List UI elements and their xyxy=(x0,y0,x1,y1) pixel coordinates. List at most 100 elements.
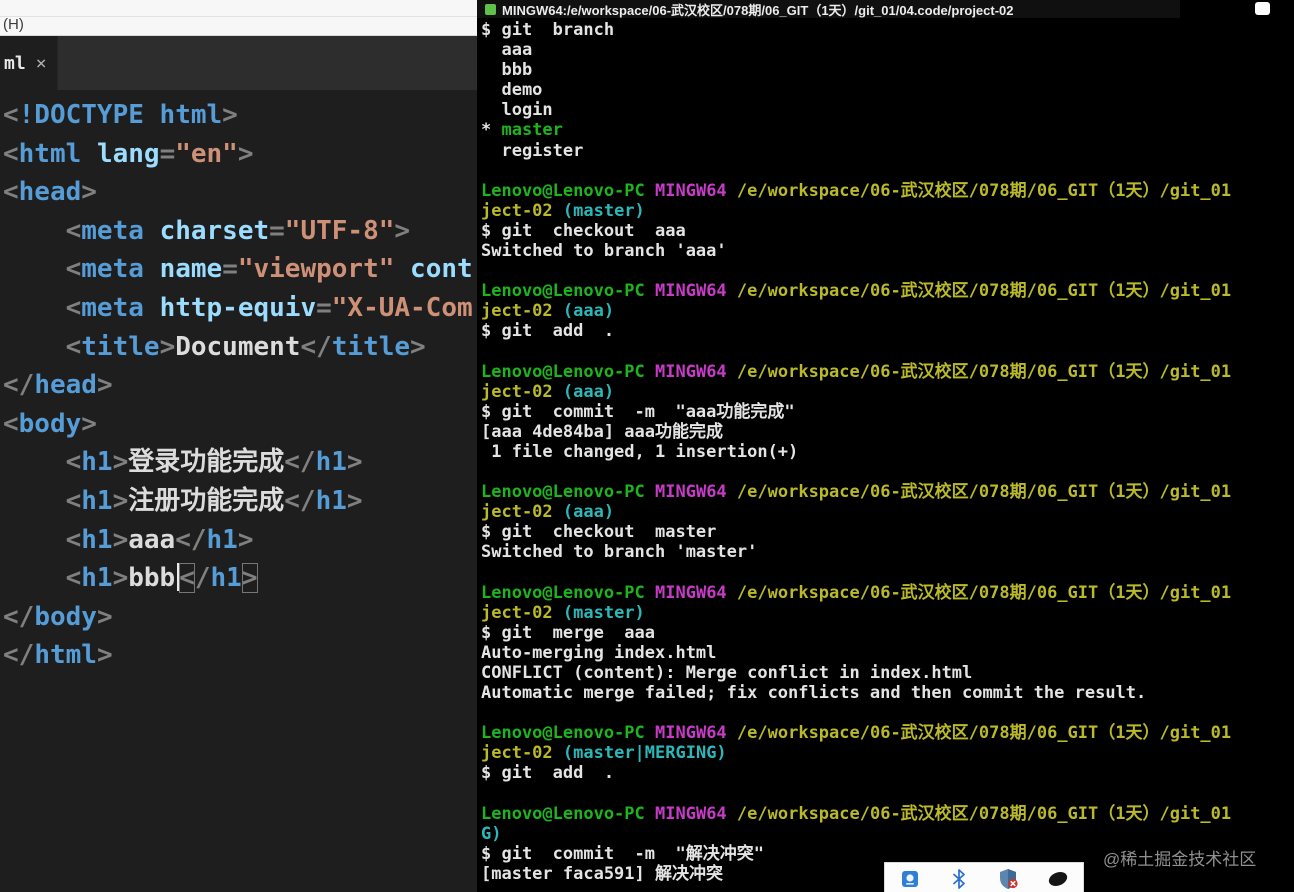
term-line-token: * xyxy=(481,120,502,141)
term-line-token: Lenovo@Lenovo-PC xyxy=(481,582,645,603)
term-line: login xyxy=(481,100,1294,120)
code-line-token xyxy=(3,563,66,593)
code-line-token: head xyxy=(18,177,82,208)
code-line-token: </ xyxy=(284,447,316,478)
term-line: $ git merge aaa xyxy=(481,623,1294,643)
term-line: Lenovo@Lenovo-PC MINGW64 /e/workspace/06… xyxy=(481,181,1294,201)
term-line-token: register xyxy=(481,140,584,161)
term-line-token: $ git add . xyxy=(481,763,615,784)
term-line: ject-02 (master|MERGING) xyxy=(481,743,1294,763)
menubar-divider xyxy=(0,16,477,17)
term-line-token: $ git add . xyxy=(481,321,615,342)
term-line: Lenovo@Lenovo-PC MINGW64 /e/workspace/06… xyxy=(481,804,1294,824)
term-line: $ git checkout master xyxy=(481,522,1294,542)
term-line-token: (master) xyxy=(562,200,645,221)
term-line-token xyxy=(645,723,655,743)
code-line-token: = xyxy=(316,292,332,323)
term-line-token xyxy=(645,281,655,301)
mouse-icon[interactable] xyxy=(1046,867,1070,891)
term-line-token xyxy=(727,723,737,743)
menu-item-help[interactable]: (H) xyxy=(3,16,24,33)
term-line-token: master xyxy=(501,120,563,141)
term-line-token: $ git branch xyxy=(481,20,615,40)
term-line-token: MINGW64 xyxy=(655,723,727,744)
maximize-button[interactable] xyxy=(1255,2,1270,15)
code-line-token: > xyxy=(222,100,238,130)
term-line xyxy=(481,784,1294,804)
term-line-token xyxy=(553,201,563,221)
code-line-token: head xyxy=(34,370,97,401)
term-line: Lenovo@Lenovo-PC MINGW64 /e/workspace/06… xyxy=(481,583,1294,603)
term-line-token: $ git checkout aaa xyxy=(481,220,686,241)
code-line-token: h1 xyxy=(81,447,113,478)
code-line: <meta charset="UTF-8"> xyxy=(3,212,477,251)
term-line: Switched to branch 'aaa' xyxy=(481,241,1294,261)
code-line-token: "en" xyxy=(175,138,238,169)
code-line-token: </ xyxy=(284,485,316,516)
code-line-token: html xyxy=(34,640,97,671)
term-line: Lenovo@Lenovo-PC MINGW64 /e/workspace/06… xyxy=(481,723,1294,743)
term-line: $ git branch xyxy=(481,20,1294,40)
terminal-title: MINGW64:/e/workspace/06-武汉校区/078期/06_GIT… xyxy=(502,2,1014,18)
term-line-token xyxy=(727,362,737,382)
term-line: ject-02 (master) xyxy=(481,201,1294,221)
term-line-token: $ git commit -m "解决冲突" xyxy=(481,843,764,864)
tab-label: ml xyxy=(4,52,26,74)
code-line-token: </ xyxy=(300,331,332,362)
term-line: Lenovo@Lenovo-PC MINGW64 /e/workspace/06… xyxy=(481,482,1294,502)
term-line: $ git add . xyxy=(481,321,1294,341)
term-line-token: ject-02 xyxy=(481,381,553,402)
code-line-token: = xyxy=(269,215,285,246)
code-line-token: < xyxy=(65,524,82,555)
term-line-token: MINGW64 xyxy=(655,582,727,603)
terminal-titlebar[interactable]: MINGW64:/e/workspace/06-武汉校区/078期/06_GIT… xyxy=(477,0,1294,18)
term-line-token: bbb xyxy=(481,60,533,81)
code-line-token: < xyxy=(3,100,19,130)
term-line-token: (aaa) xyxy=(562,502,615,523)
term-line-token: Auto-merging index.html xyxy=(481,642,717,663)
term-line-token: /e/workspace/06-武汉校区/078期/06_GIT（1天）/git… xyxy=(736,803,1232,824)
term-line-token xyxy=(645,181,655,201)
terminal-body[interactable]: $ git branch aaa bbb demo login * master … xyxy=(477,18,1294,884)
term-line-token xyxy=(645,362,655,382)
term-line: 1 file changed, 1 insertion(+) xyxy=(481,442,1294,462)
term-line: Lenovo@Lenovo-PC MINGW64 /e/workspace/06… xyxy=(481,362,1294,382)
bluetooth-icon[interactable] xyxy=(947,867,971,891)
term-line-token: Lenovo@Lenovo-PC xyxy=(481,180,645,201)
security-shield-icon[interactable] xyxy=(997,867,1021,891)
code-area[interactable]: <!DOCTYPE html> <html lang="en"> <head> <m… xyxy=(0,90,477,675)
display-icon[interactable] xyxy=(898,867,922,891)
term-line: $ git add . xyxy=(481,763,1294,783)
code-line-token: > xyxy=(96,640,113,671)
code-line-token: > xyxy=(112,563,129,594)
tab-index-html[interactable]: ml × xyxy=(0,36,58,90)
term-line: register xyxy=(481,141,1294,161)
code-line-token: </ xyxy=(3,370,35,401)
term-line-token: MINGW64 xyxy=(655,361,727,382)
term-line: Auto-merging index.html xyxy=(481,643,1294,663)
term-line-token xyxy=(727,804,737,824)
code-line-token xyxy=(3,525,66,555)
term-line-token: ject-02 xyxy=(481,301,553,322)
code-line-token: h1 xyxy=(315,485,347,516)
code-line-token: </ xyxy=(3,640,35,671)
code-line-token: > xyxy=(241,563,258,594)
term-line xyxy=(481,342,1294,362)
code-line-token: < xyxy=(65,563,82,594)
code-editor-pane: (H) ml × <!DOCTYPE html> <html lang="en">… xyxy=(0,0,477,892)
code-line-token xyxy=(394,254,410,284)
term-line: ject-02 (aaa) xyxy=(481,502,1294,522)
code-line-token: "viewport" xyxy=(237,254,395,285)
code-line: </html> xyxy=(3,636,477,675)
code-line-token: title xyxy=(331,331,411,362)
watermark: @稀土掘金技术社区 xyxy=(1103,850,1257,869)
code-line-token: body xyxy=(18,408,82,439)
mintty-icon xyxy=(485,3,496,15)
term-line: Lenovo@Lenovo-PC MINGW64 /e/workspace/06… xyxy=(481,281,1294,301)
term-line-token xyxy=(553,301,563,321)
code-line-token: < xyxy=(65,331,82,362)
code-line-token: < xyxy=(65,447,82,478)
code-line: <meta name="viewport" cont xyxy=(3,250,477,289)
code-line-token: h1 xyxy=(81,485,113,516)
close-icon[interactable]: × xyxy=(36,53,47,74)
